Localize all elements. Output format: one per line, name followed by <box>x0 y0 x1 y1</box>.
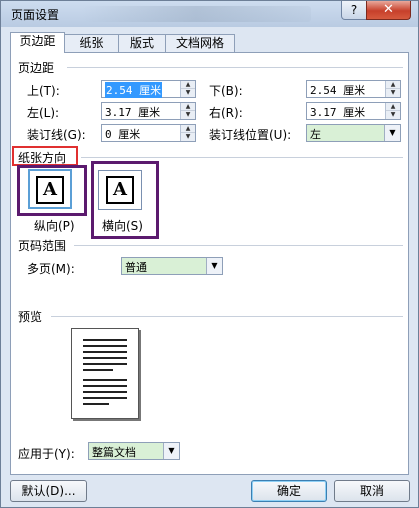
section-margins-title: 页边距 <box>18 61 55 75</box>
bottom-margin-field[interactable]: 2.54 厘米 ▲ ▼ <box>306 80 401 98</box>
preview-line <box>83 363 127 365</box>
apply-to-label: 应用于(Y): <box>18 447 75 461</box>
top-margin-label: 上(T): <box>27 84 60 98</box>
gutter-spinner[interactable]: ▲ ▼ <box>180 125 195 141</box>
chevron-down-icon[interactable]: ▼ <box>163 443 179 459</box>
preview-line <box>83 345 127 347</box>
section-divider <box>81 157 403 158</box>
section-divider <box>74 245 403 246</box>
ok-button[interactable]: 确定 <box>251 480 327 502</box>
page-setup-dialog: 页面设置 ? ✕ 页边距 纸张 版式 文档网格 页边距 上(T): 2.54 厘… <box>0 0 419 508</box>
bottom-margin-spinner[interactable]: ▲ ▼ <box>385 81 400 97</box>
default-button[interactable]: 默认(D)... <box>10 480 87 502</box>
page-preview <box>71 328 139 419</box>
section-divider <box>67 67 403 68</box>
preview-line <box>83 357 127 359</box>
landscape-option[interactable]: A <box>98 170 142 210</box>
multiple-pages-label: 多页(M): <box>27 262 75 276</box>
chevron-down-icon[interactable]: ▼ <box>384 125 400 141</box>
bottom-margin-value: 2.54 厘米 <box>310 84 366 97</box>
cancel-button[interactable]: 取消 <box>334 480 410 502</box>
top-margin-field[interactable]: 2.54 厘米 ▲ ▼ <box>101 80 196 98</box>
gutter-position-label: 装订线位置(U): <box>209 128 292 142</box>
landscape-icon: A <box>106 176 134 204</box>
preview-line <box>83 351 127 353</box>
preview-line <box>83 379 127 381</box>
gutter-position-select[interactable]: 左 ▼ <box>306 124 401 142</box>
section-divider <box>51 316 403 317</box>
left-margin-value: 3.17 厘米 <box>105 106 161 119</box>
preview-line <box>83 391 127 393</box>
tab-paper[interactable]: 纸张 <box>64 34 119 53</box>
gutter-value: 0 厘米 <box>105 128 141 141</box>
section-pages-title: 页码范围 <box>18 239 67 253</box>
apply-to-value: 整篇文档 <box>92 446 136 459</box>
preview-line <box>83 397 127 399</box>
landscape-label[interactable]: 横向(S) <box>102 217 143 234</box>
apply-to-select[interactable]: 整篇文档 ▼ <box>88 442 180 460</box>
tab-document-grid[interactable]: 文档网格 <box>165 34 235 53</box>
help-button[interactable]: ? <box>341 1 367 20</box>
top-margin-value: 2.54 厘米 <box>105 82 163 98</box>
preview-line <box>83 339 127 341</box>
multiple-pages-select[interactable]: 普通 ▼ <box>121 257 223 275</box>
right-margin-label: 右(R): <box>209 106 243 120</box>
blurred-title-area <box>81 6 311 22</box>
right-margin-field[interactable]: 3.17 厘米 ▲ ▼ <box>306 102 401 120</box>
right-margin-spinner[interactable]: ▲ ▼ <box>385 103 400 119</box>
portrait-option[interactable]: A <box>28 169 72 209</box>
section-preview-title: 预览 <box>18 310 43 324</box>
tab-layout[interactable]: 版式 <box>118 34 166 53</box>
preview-line <box>83 385 127 387</box>
gutter-position-value: 左 <box>310 128 321 141</box>
chevron-down-icon[interactable]: ▼ <box>206 258 222 274</box>
title-bar: 页面设置 ? ✕ <box>1 1 418 27</box>
section-orientation-title: 纸张方向 <box>18 151 67 165</box>
tab-margins[interactable]: 页边距 <box>10 32 65 53</box>
preview-line <box>83 369 113 371</box>
portrait-label[interactable]: 纵向(P) <box>34 217 75 234</box>
right-margin-value: 3.17 厘米 <box>310 106 366 119</box>
preview-line <box>83 403 109 405</box>
multiple-pages-value: 普通 <box>125 261 147 274</box>
portrait-icon: A <box>36 176 64 204</box>
gutter-field[interactable]: 0 厘米 ▲ ▼ <box>101 124 196 142</box>
close-button[interactable]: ✕ <box>366 1 411 20</box>
top-margin-spinner[interactable]: ▲ ▼ <box>180 81 195 97</box>
dialog-title: 页面设置 <box>11 8 60 22</box>
left-margin-spinner[interactable]: ▲ ▼ <box>180 103 195 119</box>
left-margin-field[interactable]: 3.17 厘米 ▲ ▼ <box>101 102 196 120</box>
gutter-label: 装订线(G): <box>27 128 86 142</box>
left-margin-label: 左(L): <box>27 106 60 120</box>
bottom-margin-label: 下(B): <box>209 84 243 98</box>
